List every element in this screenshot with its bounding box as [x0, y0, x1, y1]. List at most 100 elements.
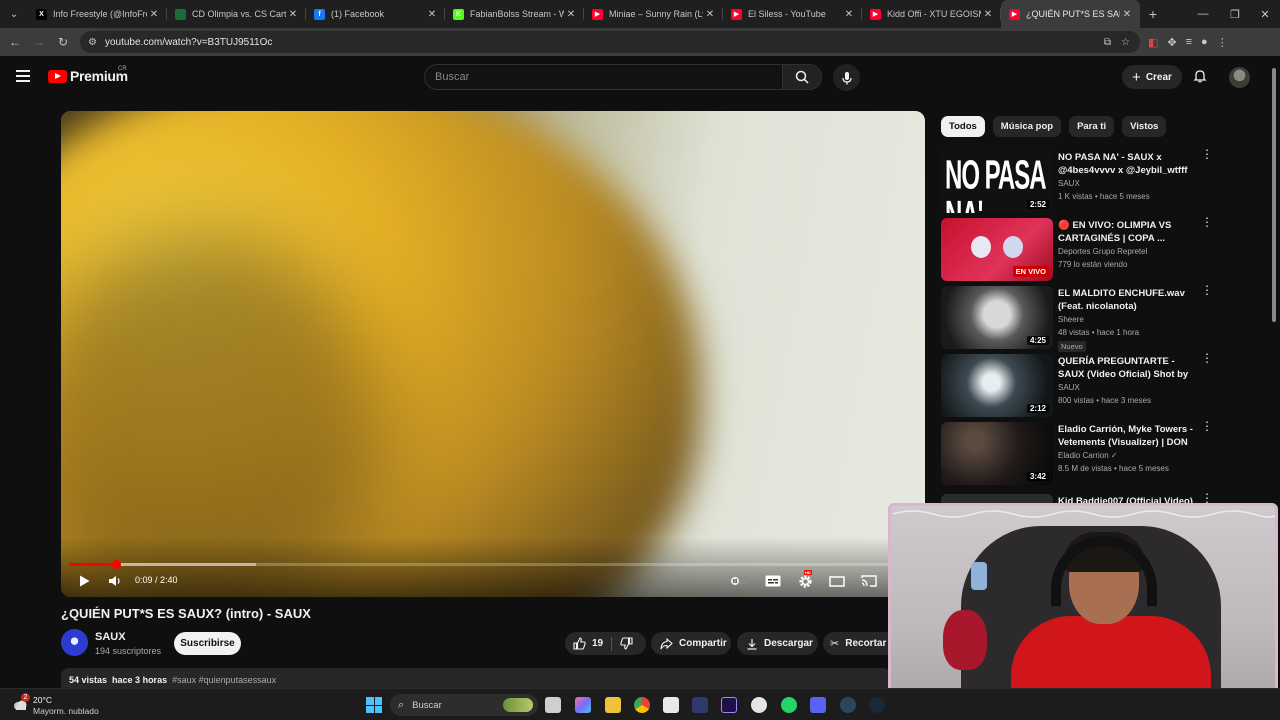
browser-tab[interactable]: ▶ Kidd Offi - XTU EGOISMO✕	[862, 0, 1001, 28]
guide-menu-icon[interactable]	[16, 70, 30, 82]
volume-button[interactable]	[107, 573, 123, 589]
premiere-pro-icon[interactable]	[721, 697, 737, 713]
cast-button[interactable]	[860, 573, 878, 589]
channel-name[interactable]: Eladio Carrion ✓	[1058, 451, 1118, 460]
video-title[interactable]: 🔴 EN VIVO: OLIMPIA VS CARTAGINÉS | COPA …	[1058, 219, 1196, 245]
video-thumbnail[interactable]: 4:25	[941, 286, 1053, 349]
filter-chip[interactable]: Música pop	[992, 116, 1062, 137]
windows-start-icon[interactable]	[366, 697, 382, 713]
browser-tab[interactable]: f (1) Facebook ✕	[306, 0, 445, 28]
recommended-video[interactable]: 2:12 QUERÍA PREGUNTARTE - SAUX (Video Ofi…	[941, 352, 1213, 418]
app-circle-icon[interactable]	[751, 697, 767, 713]
theater-mode-button[interactable]	[828, 573, 846, 589]
video-title[interactable]: EL MALDITO ENCHUFE.wav (Feat. nicolanota…	[1058, 287, 1196, 313]
like-button[interactable]: 19	[573, 637, 603, 650]
channel-name[interactable]: SAUX	[1058, 383, 1080, 392]
close-tab-icon[interactable]: ✕	[981, 9, 995, 20]
recommended-video[interactable]: NO PASA NA'2:52NO PASA NA' - SAUX x @4be…	[941, 148, 1213, 214]
browser-tab[interactable]: ▶ El Siless - YouTube ✕	[723, 0, 862, 28]
search-button[interactable]	[782, 64, 822, 90]
channel-avatar[interactable]	[61, 629, 88, 656]
capcut-icon[interactable]	[663, 697, 679, 713]
discord-icon[interactable]	[810, 697, 826, 713]
browser-tab[interactable]: X Info Freestyle (@InfoFreestyle)✕	[28, 0, 167, 28]
autoplay-toggle[interactable]	[729, 573, 751, 589]
subscribe-button[interactable]: Suscribirse	[174, 632, 241, 655]
browser-tab[interactable]: ▶ ¿QUIÉN PUT*S ES SAUX? (intro)✕	[1001, 0, 1140, 28]
back-icon[interactable]: ←	[3, 30, 27, 54]
extensions-puzzle-icon[interactable]: ✥	[1167, 36, 1176, 49]
steam-icon[interactable]	[840, 697, 856, 713]
video-title[interactable]: NO PASA NA' - SAUX x @4bes4vvvv x @Jeybi…	[1058, 151, 1196, 177]
file-explorer-icon[interactable]	[605, 697, 621, 713]
app-icon[interactable]	[869, 697, 885, 713]
channel-name[interactable]: SAUX	[95, 631, 126, 643]
bookmark-star-icon[interactable]: ☆	[1121, 37, 1130, 48]
scrollbar-thumb[interactable]	[1272, 68, 1276, 322]
copilot-icon[interactable]	[575, 697, 591, 713]
clip-button[interactable]: ✂ Recortar	[823, 632, 893, 655]
search-highlight-icon[interactable]	[503, 698, 533, 712]
recommended-video[interactable]: 4:25 EL MALDITO ENCHUFE.wav (Feat. nicola…	[941, 284, 1213, 352]
restore-icon[interactable]: ❐	[1218, 0, 1252, 28]
voice-search-button[interactable]	[833, 64, 860, 91]
video-player[interactable]: 0:09 / 2:40 HD	[61, 111, 925, 597]
install-app-icon[interactable]: ⧉	[1104, 37, 1111, 48]
notifications-bell-icon[interactable]	[1193, 69, 1207, 83]
site-info-icon[interactable]: ⚙	[88, 37, 97, 48]
url-text[interactable]: youtube.com/watch?v=B3TUJ9511Oc	[105, 37, 272, 48]
more-actions-icon[interactable]: ⋮	[1201, 492, 1213, 504]
progress-bar[interactable]	[69, 560, 917, 569]
video-thumbnail[interactable]: EN VIVO	[941, 218, 1053, 281]
filter-chip[interactable]: Todos	[941, 116, 985, 137]
search-input[interactable]	[435, 71, 782, 83]
more-actions-icon[interactable]: ⋮	[1201, 216, 1213, 228]
video-thumbnail[interactable]: NO PASA NA'2:52	[941, 150, 1053, 213]
subtitles-button[interactable]	[764, 573, 782, 589]
channel-name[interactable]: Deportes Grupo Repretel	[1058, 247, 1147, 256]
close-tab-icon[interactable]: ✕	[286, 9, 300, 20]
share-button[interactable]: Compartir	[651, 632, 731, 655]
youtube-logo[interactable]: Premium CR	[48, 66, 128, 84]
new-tab-button[interactable]: +	[1140, 6, 1166, 22]
account-avatar[interactable]	[1229, 67, 1250, 88]
filter-chip[interactable]: Vistos	[1122, 116, 1167, 137]
play-button[interactable]	[77, 573, 91, 589]
close-window-icon[interactable]: ✕	[1248, 0, 1280, 28]
recommended-video[interactable]: EN VIVO 🔴 EN VIVO: OLIMPIA VS CARTAGINÉS …	[941, 216, 1213, 282]
download-button[interactable]: Descargar	[737, 632, 818, 655]
more-actions-icon[interactable]: ⋮	[1201, 148, 1213, 160]
address-bar[interactable]: ⚙ youtube.com/watch?v=B3TUJ9511Oc ⧉ ☆	[80, 31, 1140, 53]
browser-tab[interactable]: ▶ Miniae – Sunny Rain (Lyrics)✕	[584, 0, 723, 28]
profile-avatar-icon[interactable]: ●	[1201, 36, 1208, 48]
filter-chip[interactable]: Para ti	[1069, 116, 1115, 137]
close-tab-icon[interactable]: ✕	[703, 9, 717, 20]
channel-name[interactable]: Sheere	[1058, 315, 1084, 324]
close-tab-icon[interactable]: ✕	[1120, 9, 1134, 20]
close-tab-icon[interactable]: ✕	[564, 9, 578, 20]
hashtags[interactable]: #saux #quienputasessaux	[172, 675, 276, 685]
browser-tab[interactable]: K FabianBolss Stream - Watch✕	[445, 0, 584, 28]
video-thumbnail[interactable]: 2:12	[941, 354, 1053, 417]
video-title[interactable]: Eladio Carrión, Myke Towers - Vetements …	[1058, 423, 1196, 449]
page-scrollbar[interactable]	[1270, 60, 1278, 322]
browser-menu-icon[interactable]: ⋮	[1217, 36, 1228, 49]
more-actions-icon[interactable]: ⋮	[1201, 420, 1213, 432]
minimize-icon[interactable]: —	[1186, 0, 1220, 28]
dislike-button[interactable]	[620, 637, 633, 650]
channel-name[interactable]: SAUX	[1058, 179, 1080, 188]
ae-app-icon[interactable]	[692, 697, 708, 713]
more-actions-icon[interactable]: ⋮	[1201, 352, 1213, 364]
task-view-icon[interactable]	[545, 697, 561, 713]
more-actions-icon[interactable]: ⋮	[1201, 284, 1213, 296]
video-title[interactable]: QUERÍA PREGUNTARTE - SAUX (Video Oficial…	[1058, 355, 1196, 381]
tab-search-chevron-icon[interactable]: ⌄	[0, 0, 28, 28]
reload-icon[interactable]: ↻	[51, 30, 75, 54]
close-tab-icon[interactable]: ✕	[425, 9, 439, 20]
search-box[interactable]	[424, 64, 782, 90]
chrome-icon[interactable]	[634, 697, 650, 713]
whatsapp-icon[interactable]	[781, 697, 797, 713]
extension-icon[interactable]: ◧	[1148, 36, 1158, 49]
close-tab-icon[interactable]: ✕	[842, 9, 856, 20]
forward-icon[interactable]: →	[27, 30, 51, 54]
